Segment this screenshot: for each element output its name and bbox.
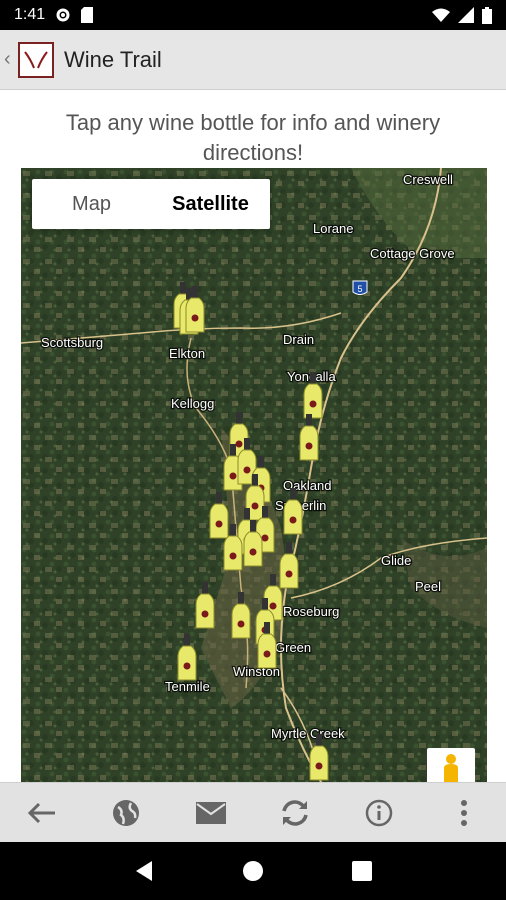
place-label: Tenmile	[165, 679, 210, 694]
place-label: Glide	[381, 553, 411, 568]
place-label: Cottage Grove	[370, 246, 455, 261]
sd-card-icon	[81, 7, 94, 23]
wifi-icon	[432, 8, 450, 22]
globe-icon	[113, 799, 140, 826]
instruction-text: Tap any wine bottle for info and winery …	[65, 110, 441, 165]
app-logo[interactable]	[18, 41, 54, 78]
place-label: Kellogg	[171, 396, 214, 411]
map-type-satellite-button[interactable]: Satellite	[151, 179, 270, 229]
wine-trail-logo-icon	[24, 50, 48, 68]
battery-icon	[482, 6, 492, 24]
bottom-toolbar	[0, 782, 506, 842]
place-label: Elkton	[169, 346, 205, 361]
refresh-icon	[282, 799, 308, 826]
map-type-map-button[interactable]: Map	[32, 179, 151, 229]
signal-icon	[458, 7, 474, 23]
status-bar: 1:41	[0, 0, 506, 30]
status-time: 1:41	[14, 6, 46, 23]
info-button[interactable]	[349, 783, 409, 843]
website-button[interactable]	[96, 783, 156, 843]
settings-icon	[56, 8, 70, 22]
place-label: Roseburg	[283, 604, 339, 619]
email-button[interactable]	[181, 783, 241, 843]
system-nav-bar	[0, 842, 506, 900]
map-type-toggle: Map Satellite	[32, 179, 270, 229]
back-arrow-icon	[28, 802, 56, 823]
back-chevron-icon[interactable]: ‹	[4, 48, 16, 71]
interstate-shield-number: 5	[357, 284, 362, 294]
more-vert-icon	[460, 799, 467, 826]
nav-home-icon[interactable]	[242, 860, 264, 882]
info-icon	[366, 799, 393, 826]
place-label: Drain	[283, 332, 314, 347]
nav-back-icon[interactable]	[134, 860, 154, 882]
place-label: Myrtle Creek	[271, 726, 345, 741]
app-title: Wine Trail	[64, 46, 162, 72]
nav-recents-icon[interactable]	[352, 861, 372, 881]
place-label: Green	[275, 640, 311, 655]
refresh-button[interactable]	[265, 783, 325, 843]
map-view[interactable]: 5 Creswell Lorane Cottage Grove Scottsbu…	[21, 168, 487, 782]
street-view-pegman-button[interactable]	[427, 748, 475, 782]
place-label: Creswell	[403, 172, 453, 187]
pegman-icon	[444, 754, 458, 782]
interstate-shield: 5	[352, 280, 368, 295]
back-button[interactable]	[12, 783, 72, 843]
place-label: Scottsburg	[41, 335, 103, 350]
overflow-menu-button[interactable]	[434, 783, 494, 843]
place-label: Peel	[415, 579, 441, 594]
place-label: Lorane	[313, 221, 353, 236]
app-bar: ‹ Wine Trail	[0, 30, 506, 90]
satellite-imagery[interactable]: 5 Creswell Lorane Cottage Grove Scottsbu…	[21, 168, 487, 782]
mail-icon	[195, 801, 226, 824]
